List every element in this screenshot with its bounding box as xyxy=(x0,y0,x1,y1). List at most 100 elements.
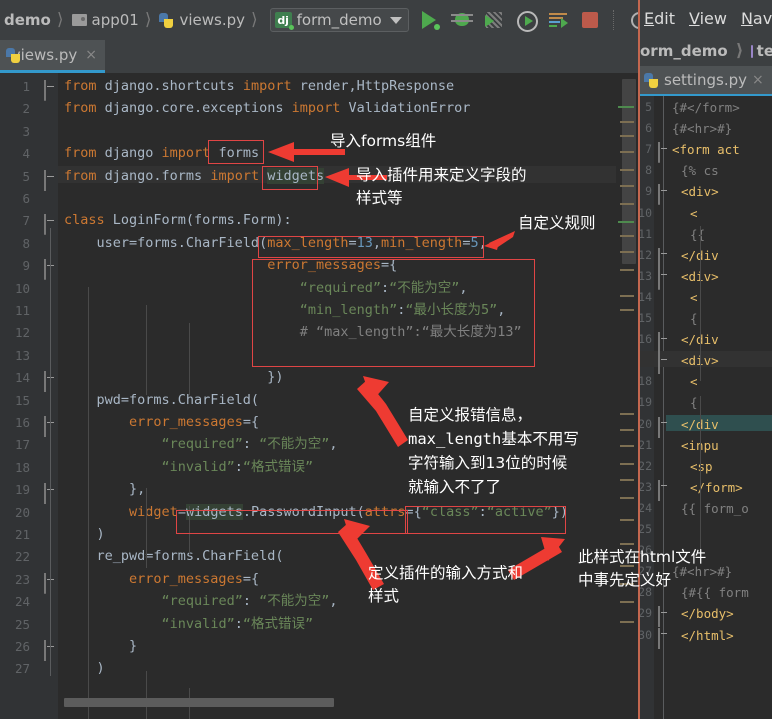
code-line[interactable]: </html> xyxy=(681,628,734,643)
horizontal-scrollbar[interactable] xyxy=(58,698,633,707)
editor-marker[interactable] xyxy=(620,519,634,521)
code-line[interactable]: re_pwd=forms.CharField( xyxy=(64,549,284,564)
breadcrumb-label-form-demo[interactable]: orm_demo xyxy=(640,42,728,60)
editor-gutter[interactable]: 5678910111213141516171819202122232425262… xyxy=(640,96,654,719)
code-line[interactable]: { xyxy=(690,311,698,326)
code-line[interactable]: < xyxy=(690,374,698,389)
code-content[interactable]: from django.shortcuts import render,Http… xyxy=(58,73,638,719)
fold-toggle-icon[interactable] xyxy=(658,606,670,628)
editor-marker[interactable] xyxy=(620,543,634,545)
fold-toggle-icon[interactable] xyxy=(44,80,57,101)
code-line[interactable]: error_messages={ xyxy=(64,571,259,587)
profiler-icon[interactable] xyxy=(515,9,538,32)
fold-toggle-icon[interactable] xyxy=(658,479,670,501)
code-line[interactable]: <div> xyxy=(681,184,719,199)
editor-marker[interactable] xyxy=(620,295,634,297)
code-line[interactable]: error_messages={ xyxy=(64,415,259,430)
code-line[interactable]: pwd=forms.CharField( xyxy=(64,392,260,408)
code-line[interactable]: <form act xyxy=(672,142,740,157)
code-line[interactable]: { xyxy=(690,395,698,410)
editor-marker[interactable] xyxy=(618,106,634,108)
code-line[interactable]: </form> xyxy=(690,480,743,495)
code-line[interactable]: {% cs xyxy=(681,163,719,178)
close-icon[interactable]: × xyxy=(85,47,97,63)
editor-marker-strip[interactable] xyxy=(616,73,638,719)
coverage-icon[interactable] xyxy=(483,9,505,31)
code-token: “格式错误” xyxy=(242,615,314,632)
code-editor[interactable]: 1 2 3 4 5 6 7 8 9 10 11 12 13 14 15 16 17 18 19 20 21 22 23 24 2… xyxy=(0,73,638,719)
breadcrumb-item-app01[interactable]: app01 xyxy=(68,11,141,29)
code-line[interactable]: {{ xyxy=(690,227,705,242)
menu-item-edit[interactable]: Edit xyxy=(644,9,675,28)
editor-marker[interactable] xyxy=(620,235,634,237)
breadcrumb-item-views[interactable]: views.py xyxy=(155,11,247,29)
fold-toggle-icon[interactable] xyxy=(658,184,670,206)
code-line[interactable]: <sp xyxy=(690,459,713,474)
code-line[interactable]: < xyxy=(690,206,698,221)
menu-item-navigate[interactable]: Navig xyxy=(741,9,772,28)
editor-marker[interactable] xyxy=(620,429,634,431)
editor-marker[interactable] xyxy=(620,203,634,205)
tab-views-py[interactable]: views.py × xyxy=(0,40,105,73)
editor-marker[interactable] xyxy=(620,479,634,481)
line-number: 13 xyxy=(14,347,30,363)
bug-icon[interactable] xyxy=(450,9,473,31)
breadcrumb-item-demo[interactable]: demo xyxy=(0,11,53,29)
code-line[interactable]: {{ form_o xyxy=(681,501,749,516)
scrollbar-thumb[interactable] xyxy=(64,698,334,707)
run-icon[interactable] xyxy=(419,9,441,31)
editor-marker[interactable] xyxy=(620,497,634,499)
code-line[interactable]: class LoginForm(forms.Form): xyxy=(64,213,292,228)
code-line[interactable]: from django.core.exceptions import Valid… xyxy=(64,101,470,116)
search-icon[interactable] xyxy=(627,9,638,31)
breadcrumb-label-te[interactable]: te xyxy=(757,42,772,60)
fold-toggle-icon[interactable] xyxy=(658,627,670,649)
editor-gutter[interactable]: 1 2 3 4 5 6 7 8 9 10 11 12 13 14 15 16 17 18 19 20 21 22 23 24 2… xyxy=(0,73,58,719)
code-line[interactable]: ) xyxy=(64,527,105,542)
code-line[interactable]: “required”: “不能为空”, xyxy=(64,594,338,609)
editor-marker[interactable] xyxy=(620,169,634,171)
editor-marker[interactable] xyxy=(620,151,634,153)
fold-toggle-icon[interactable] xyxy=(44,214,57,236)
code-line[interactable]: < xyxy=(690,290,698,305)
close-icon[interactable]: × xyxy=(752,72,764,88)
editor-marker[interactable] xyxy=(620,601,634,603)
fold-toggle-icon[interactable] xyxy=(658,332,670,354)
fold-toggle-icon[interactable] xyxy=(44,169,57,191)
editor-marker[interactable] xyxy=(620,185,634,187)
code-line[interactable]: “invalid”:“格式错误” xyxy=(64,615,314,632)
editor-marker[interactable] xyxy=(620,309,634,311)
code-line[interactable]: }, xyxy=(64,482,145,497)
deploy-icon[interactable] xyxy=(547,9,569,31)
code-line[interactable]: </body> xyxy=(681,606,734,621)
code-line[interactable]: from django.shortcuts import render,Http… xyxy=(64,79,454,94)
fold-toggle-icon[interactable] xyxy=(658,268,670,290)
fold-toggle-icon[interactable] xyxy=(658,416,670,438)
editor-marker[interactable] xyxy=(620,251,634,253)
indent-guide xyxy=(146,488,147,568)
stop-icon[interactable] xyxy=(579,9,601,31)
code-line[interactable]: “required”: “不能为空”, xyxy=(64,437,338,452)
code-line[interactable]: “invalid”:“格式错误” xyxy=(64,459,314,475)
fold-toggle-icon[interactable] xyxy=(658,247,670,269)
code-line[interactable]: } xyxy=(64,639,137,654)
code-line[interactable]: {#<hr>#} xyxy=(672,121,732,136)
code-line[interactable]: {#</form> xyxy=(672,100,740,115)
editor-marker[interactable] xyxy=(618,221,634,223)
code-line[interactable]: ) xyxy=(64,661,105,676)
code-line[interactable]: }) xyxy=(64,370,283,385)
editor-marker[interactable] xyxy=(620,269,634,271)
editor-marker[interactable] xyxy=(620,621,634,623)
editor-marker[interactable] xyxy=(620,121,634,123)
menu-item-view[interactable]: View xyxy=(689,9,727,28)
editor-marker[interactable] xyxy=(620,445,634,447)
editor-marker[interactable] xyxy=(620,413,634,415)
chevron-down-icon[interactable] xyxy=(389,16,402,24)
fold-toggle-icon[interactable] xyxy=(658,142,670,164)
editor-marker[interactable] xyxy=(620,135,634,137)
editor-marker[interactable] xyxy=(620,463,634,465)
fold-toggle-icon[interactable] xyxy=(658,353,670,375)
tab-settings-py[interactable]: settings.py × xyxy=(640,66,772,96)
code-editor[interactable]: 5678910111213141516171819202122232425262… xyxy=(640,96,772,719)
run-configuration-selector[interactable]: dj form_demo xyxy=(269,8,409,32)
